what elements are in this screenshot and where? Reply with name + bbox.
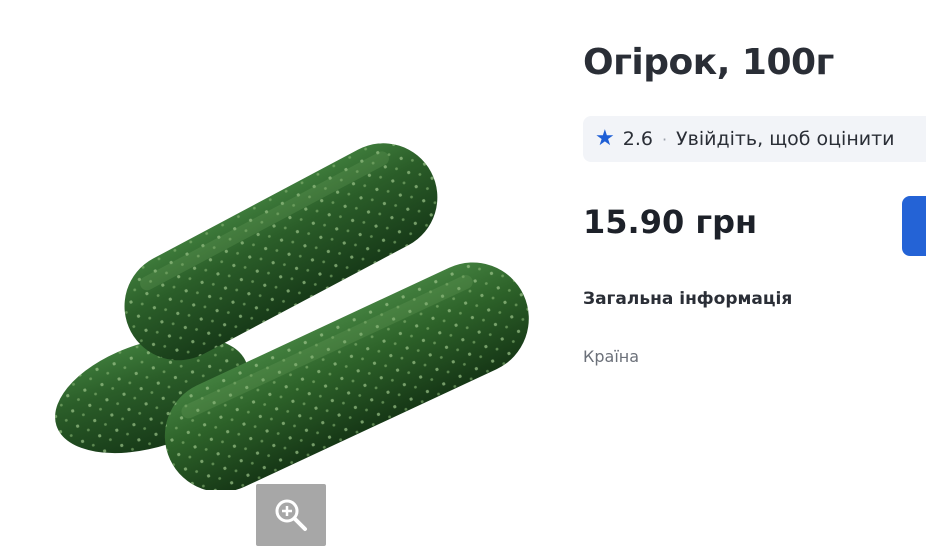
general-info-heading: Загальна інформація [583,289,793,309]
product-image[interactable] [30,110,550,490]
product-price: 15.90 грн [583,203,758,241]
star-icon: ★ [595,126,615,151]
zoom-in-icon [275,499,307,531]
product-page: Огірок, 100г ★ 2.6 · Увійдіть, щоб оціни… [0,0,926,546]
rating-box: ★ 2.6 · Увійдіть, щоб оцінити [583,116,926,162]
cucumber-illustration [55,143,529,490]
country-label: Країна [583,347,640,366]
zoom-button[interactable] [256,484,326,546]
rating-value: 2.6 [622,128,653,150]
add-to-cart-button[interactable] [902,196,926,256]
login-to-rate-link[interactable]: Увійдіть, щоб оцінити [676,128,894,150]
product-title: Огірок, 100г [583,42,834,83]
rating-separator: · [661,129,668,149]
